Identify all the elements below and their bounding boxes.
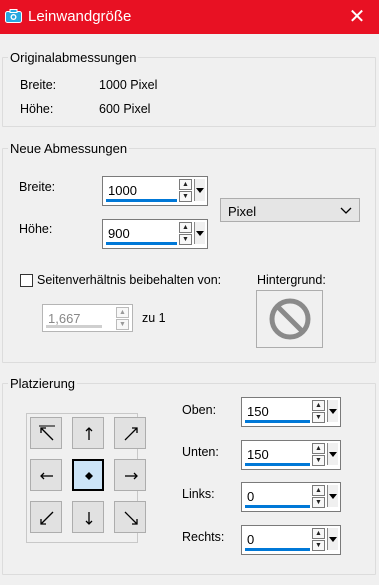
left-margin-dropdown-arrow[interactable] (327, 485, 338, 507)
anchor-top-right-button[interactable] (114, 417, 146, 449)
chevron-down-icon (340, 207, 352, 214)
top-margin-increment-button[interactable]: ▲ (312, 400, 325, 411)
anchor-bottom-right-button[interactable] (114, 501, 146, 533)
right-margin-decrement-button[interactable]: ▼ (312, 540, 325, 551)
height-spinbox[interactable]: 900 ▲ ▼ (102, 219, 208, 249)
close-button[interactable]: ✕ (346, 6, 368, 28)
new-height-label: Höhe: (19, 222, 53, 236)
width-value: 1000 (108, 183, 137, 198)
arrow-top-icon (85, 427, 93, 440)
original-dimensions-legend: Originalabmessungen (8, 50, 139, 65)
right-margin-label: Rechts: (182, 530, 225, 544)
keep-ratio-label[interactable]: Seitenverhältnis beibehalten von: (37, 273, 221, 287)
ratio-increment-button[interactable]: ▲ (116, 307, 129, 318)
height-dropdown-arrow[interactable] (194, 222, 205, 244)
left-margin-increment-button[interactable]: ▲ (312, 485, 325, 496)
original-width-value: 1000 Pixel (99, 78, 158, 92)
unit-selected-value: Pixel (228, 204, 257, 219)
background-color-swatch[interactable] (256, 290, 323, 348)
left-margin-label: Links: (182, 487, 215, 501)
right-margin-value: 0 (247, 532, 255, 547)
width-increment-button[interactable]: ▲ (179, 179, 192, 190)
ratio-spinbox[interactable]: 1,667 ▲ ▼ (42, 304, 133, 332)
arrow-bottom-icon (85, 512, 93, 525)
original-height-label: Höhe: (20, 102, 54, 116)
arrow-right-icon (125, 472, 138, 480)
right-margin-dropdown-arrow[interactable] (327, 528, 338, 550)
anchor-right-button[interactable] (114, 459, 146, 491)
bottom-margin-value: 150 (247, 447, 269, 462)
original-width-label: Breite: (20, 78, 57, 92)
arrow-center-icon (85, 472, 93, 480)
top-margin-value: 150 (247, 404, 269, 419)
width-dropdown-arrow[interactable] (194, 179, 205, 201)
right-margin-spinbox[interactable]: 0 ▲ ▼ (241, 525, 341, 555)
top-margin-label: Oben: (182, 403, 217, 417)
width-spinbox[interactable]: 1000 ▲ ▼ (102, 176, 208, 206)
arrow-top-left-icon (39, 425, 55, 441)
unit-select[interactable]: Pixel (220, 198, 360, 222)
bottom-margin-label: Unten: (182, 445, 219, 459)
anchor-bottom-button[interactable] (72, 501, 104, 533)
window-title: Leinwandgröße (28, 8, 132, 25)
original-height-value: 600 Pixel (99, 102, 151, 116)
top-margin-decrement-button[interactable]: ▼ (312, 412, 325, 423)
top-margin-dropdown-arrow[interactable] (327, 400, 338, 422)
arrow-top-right-icon (124, 427, 138, 441)
background-label: Hintergrund: (257, 273, 326, 287)
ratio-decrement-button[interactable]: ▼ (116, 319, 129, 330)
anchor-bottom-left-button[interactable] (30, 501, 62, 533)
anchor-top-left-button[interactable] (30, 417, 62, 449)
camera-icon (5, 9, 22, 23)
anchor-top-button[interactable] (72, 417, 104, 449)
arrow-bottom-left-icon (40, 511, 54, 525)
new-dimensions-legend: Neue Abmessungen (8, 141, 130, 156)
original-dimensions-group (2, 57, 376, 127)
bottom-margin-decrement-button[interactable]: ▼ (312, 455, 325, 466)
height-decrement-button[interactable]: ▼ (179, 234, 192, 245)
left-margin-value: 0 (247, 489, 255, 504)
anchor-center-button[interactable] (72, 459, 104, 491)
width-decrement-button[interactable]: ▼ (179, 191, 192, 202)
placement-legend: Platzierung (8, 376, 78, 391)
anchor-left-button[interactable] (30, 459, 62, 491)
no-color-icon (269, 298, 311, 340)
right-margin-increment-button[interactable]: ▲ (312, 528, 325, 539)
bottom-margin-increment-button[interactable]: ▲ (312, 443, 325, 454)
title-bar: Leinwandgröße ✕ (0, 0, 379, 34)
new-width-label: Breite: (19, 180, 56, 194)
left-margin-spinbox[interactable]: 0 ▲ ▼ (241, 482, 341, 512)
bottom-margin-spinbox[interactable]: 150 ▲ ▼ (241, 440, 341, 470)
left-margin-decrement-button[interactable]: ▼ (312, 497, 325, 508)
keep-ratio-checkbox[interactable] (20, 274, 33, 287)
height-increment-button[interactable]: ▲ (179, 222, 192, 233)
height-value: 900 (108, 226, 130, 241)
bottom-margin-dropdown-arrow[interactable] (327, 443, 338, 465)
ratio-suffix: zu 1 (142, 311, 166, 325)
arrow-bottom-right-icon (124, 511, 138, 525)
ratio-value: 1,667 (48, 311, 81, 326)
top-margin-spinbox[interactable]: 150 ▲ ▼ (241, 397, 341, 427)
arrow-left-icon (40, 472, 53, 480)
